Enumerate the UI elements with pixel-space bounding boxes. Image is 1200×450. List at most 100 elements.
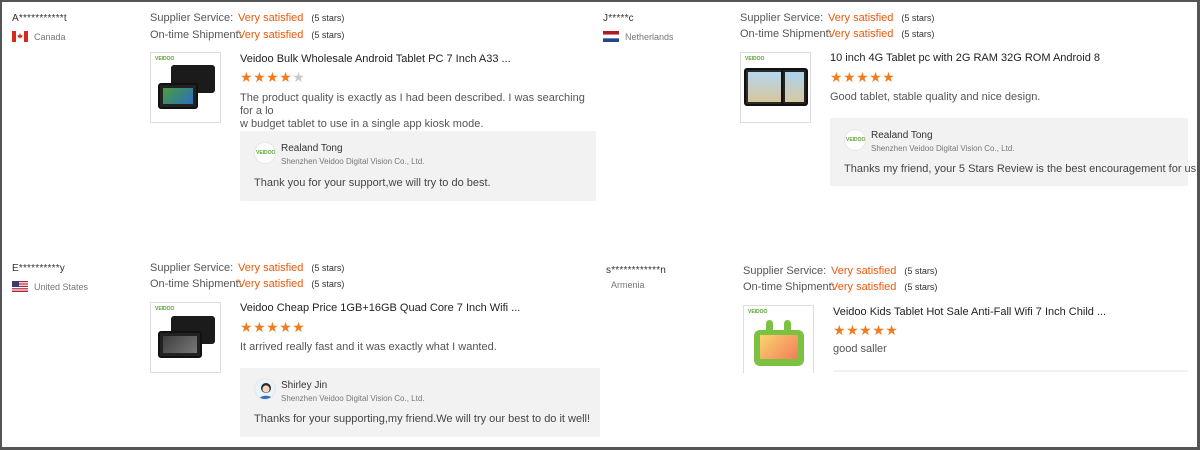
user-avatar-icon bbox=[258, 383, 274, 399]
review-text: It arrived really fast and it was exactl… bbox=[240, 341, 585, 354]
shipment-rating: On-time Shipment: Very satisfied (5 star… bbox=[150, 278, 344, 290]
reply-text: Thanks my friend, your 5 Stars Review is… bbox=[844, 163, 1200, 175]
tablet-image bbox=[158, 83, 198, 109]
review-text: good saller bbox=[833, 343, 1173, 356]
shipment-label: On-time Shipment: bbox=[150, 278, 242, 290]
buyer-name: J*****c bbox=[603, 13, 634, 24]
product-title-link[interactable]: Veidoo Bulk Wholesale Android Tablet PC … bbox=[240, 53, 511, 65]
product-thumbnail[interactable]: VEIDOO bbox=[150, 302, 221, 373]
buyer-name: A***********t bbox=[12, 13, 67, 24]
shipment-value: Very satisfied bbox=[238, 29, 304, 41]
star-filled-icon: ★ bbox=[240, 319, 253, 335]
netherlands-flag-icon bbox=[603, 31, 619, 42]
product-thumbnail[interactable]: VEIDOO bbox=[150, 52, 221, 123]
buyer-country: Armenia bbox=[611, 280, 645, 290]
supplier-service-rating: Supplier Service: Very satisfied (5 star… bbox=[740, 12, 934, 24]
supplier-service-value: Very satisfied bbox=[238, 262, 304, 274]
shipment-value: Very satisfied bbox=[238, 278, 304, 290]
review-text-line: good saller bbox=[833, 343, 887, 355]
shipment-rating: On-time Shipment: Very satisfied (5 star… bbox=[150, 29, 344, 41]
buyer-country: United States bbox=[12, 281, 88, 292]
star-filled-icon: ★ bbox=[266, 69, 279, 85]
review-card: J*****c Netherlands Supplier Service: Ve… bbox=[600, 0, 1200, 225]
supplier-service-value: Very satisfied bbox=[238, 12, 304, 24]
shipment-label: On-time Shipment: bbox=[150, 29, 242, 41]
reply-author-name: Shirley Jin bbox=[281, 380, 328, 391]
shipment-value: Very satisfied bbox=[831, 281, 897, 293]
star-filled-icon: ★ bbox=[292, 319, 305, 335]
shipment-label: On-time Shipment: bbox=[743, 281, 835, 293]
product-thumbnail[interactable]: VEIDOO bbox=[743, 305, 814, 373]
review-star-rating: ★ ★ ★ ★ ★ bbox=[240, 320, 305, 334]
supplier-reply: VEIDOO Realand Tong Shenzhen Veidoo Digi… bbox=[240, 131, 596, 201]
shipment-stars: (5 stars) bbox=[904, 282, 938, 292]
country-label: Armenia bbox=[611, 280, 645, 290]
supplier-service-value: Very satisfied bbox=[828, 12, 894, 24]
veidoo-logo-icon: VEIDOO bbox=[256, 150, 276, 156]
product-title-link[interactable]: 10 inch 4G Tablet pc with 2G RAM 32G ROM… bbox=[830, 52, 1100, 64]
product-thumbnail[interactable]: VEIDOO bbox=[740, 52, 811, 123]
supplier-service-rating: Supplier Service: Very satisfied (5 star… bbox=[150, 262, 344, 274]
supplier-avatar: VEIDOO bbox=[844, 129, 866, 151]
review-text: Good tablet, stable quality and nice des… bbox=[830, 91, 1170, 104]
reply-company-name: Shenzhen Veidoo Digital Vision Co., Ltd. bbox=[281, 157, 425, 166]
supplier-reply bbox=[833, 370, 1188, 372]
veidoo-logo-icon: VEIDOO bbox=[846, 137, 866, 143]
star-filled-icon: ★ bbox=[266, 319, 279, 335]
supplier-service-rating: Supplier Service: Very satisfied (5 star… bbox=[743, 265, 937, 277]
thumbnail-brand-logo: VEIDOO bbox=[155, 306, 175, 312]
review-star-rating: ★ ★ ★ ★ ★ bbox=[830, 70, 895, 84]
star-filled-icon: ★ bbox=[856, 69, 869, 85]
review-card: E**********y United States Supplier Serv… bbox=[0, 225, 600, 450]
star-filled-icon: ★ bbox=[843, 69, 856, 85]
reply-author-name: Realand Tong bbox=[281, 143, 343, 154]
review-text: The product quality is exactly as I had … bbox=[240, 92, 585, 131]
shipment-stars: (5 stars) bbox=[311, 279, 345, 289]
shipment-stars: (5 stars) bbox=[311, 30, 345, 40]
review-text-line: w budget tablet to use in a single app k… bbox=[240, 118, 484, 130]
supplier-service-label: Supplier Service: bbox=[150, 12, 234, 24]
review-star-rating: ★ ★ ★ ★ ★ bbox=[833, 323, 898, 337]
supplier-service-stars: (5 stars) bbox=[904, 266, 938, 276]
supplier-reply: VEIDOO Realand Tong Shenzhen Veidoo Digi… bbox=[830, 118, 1199, 186]
star-filled-icon: ★ bbox=[253, 69, 266, 85]
shipment-stars: (5 stars) bbox=[901, 29, 935, 39]
review-text-line: The product quality is exactly as I had … bbox=[240, 92, 585, 117]
supplier-service-label: Supplier Service: bbox=[150, 262, 234, 274]
supplier-service-value: Very satisfied bbox=[831, 265, 897, 277]
reply-author-name: Realand Tong bbox=[871, 130, 933, 141]
review-card: s************n Armenia Supplier Service:… bbox=[600, 225, 1200, 450]
star-filled-icon: ★ bbox=[859, 322, 872, 338]
review-text-line: Good tablet, stable quality and nice des… bbox=[830, 91, 1041, 103]
star-filled-icon: ★ bbox=[882, 69, 895, 85]
star-filled-icon: ★ bbox=[846, 322, 859, 338]
usa-flag-icon bbox=[12, 281, 28, 292]
star-empty-icon: ★ bbox=[292, 69, 305, 85]
reply-company-name: Shenzhen Veidoo Digital Vision Co., Ltd. bbox=[871, 144, 1015, 153]
shipment-value: Very satisfied bbox=[828, 28, 894, 40]
reply-company-name: Shenzhen Veidoo Digital Vision Co., Ltd. bbox=[281, 394, 425, 403]
thumbnail-brand-logo: VEIDOO bbox=[745, 56, 765, 62]
thumbnail-brand-logo: VEIDOO bbox=[748, 309, 768, 315]
supplier-service-stars: (5 stars) bbox=[311, 13, 345, 23]
tablet-image bbox=[781, 68, 808, 106]
supplier-reply: Shirley Jin Shenzhen Veidoo Digital Visi… bbox=[240, 368, 600, 437]
supplier-service-label: Supplier Service: bbox=[743, 265, 827, 277]
star-filled-icon: ★ bbox=[830, 69, 843, 85]
supplier-service-stars: (5 stars) bbox=[311, 263, 345, 273]
supplier-service-stars: (5 stars) bbox=[901, 13, 935, 23]
buyer-country: Netherlands bbox=[603, 31, 674, 42]
shipment-rating: On-time Shipment: Very satisfied (5 star… bbox=[740, 28, 934, 40]
reply-text: Thank you for your support,we will try t… bbox=[254, 177, 491, 189]
star-filled-icon: ★ bbox=[872, 322, 885, 338]
product-title-link[interactable]: Veidoo Cheap Price 1GB+16GB Quad Core 7 … bbox=[240, 302, 520, 314]
star-filled-icon: ★ bbox=[885, 322, 898, 338]
tablet-image bbox=[158, 331, 202, 358]
buyer-name: E**********y bbox=[12, 263, 65, 274]
buyer-name: s************n bbox=[606, 265, 667, 276]
reply-text: Thanks for your supporting,my friend.We … bbox=[254, 413, 591, 425]
product-title-link[interactable]: Veidoo Kids Tablet Hot Sale Anti-Fall Wi… bbox=[833, 306, 1106, 318]
star-filled-icon: ★ bbox=[279, 319, 292, 335]
canada-flag-icon bbox=[12, 31, 28, 42]
country-label: United States bbox=[34, 281, 89, 292]
